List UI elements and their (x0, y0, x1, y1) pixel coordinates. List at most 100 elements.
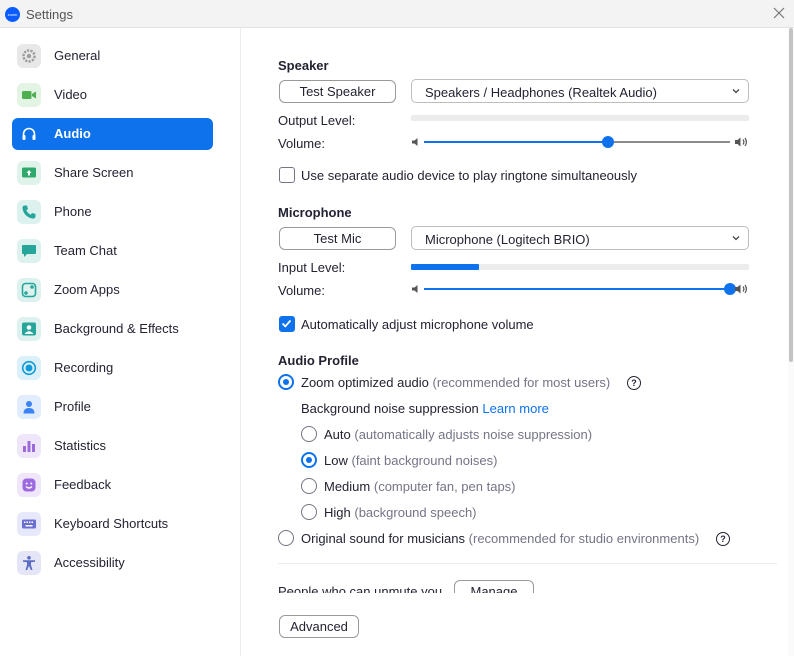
speaker-select-value: Speakers / Headphones (Realtek Audio) (425, 85, 657, 100)
mic-volume-label: Volume: (278, 283, 325, 298)
original-sound-radio[interactable] (278, 530, 294, 546)
noise-low-label: Low (faint background noises) (324, 453, 498, 468)
test-mic-button[interactable]: Test Mic (279, 227, 396, 250)
zoom-optimized-label: Zoom optimized audio (recommended for mo… (301, 375, 611, 390)
sidebar-item-label: Profile (54, 399, 91, 414)
zoom-optimized-hint: (recommended for most users) (432, 375, 611, 390)
noise-suppression-label: Background noise suppression Learn more (301, 401, 549, 416)
record-icon (17, 356, 41, 380)
slider-fill (424, 288, 730, 290)
sidebar-item-keyboard-shortcuts[interactable]: Keyboard Shortcuts (12, 508, 213, 540)
microphone-select[interactable]: Microphone (Logitech BRIO) (411, 226, 749, 250)
headphones-icon (17, 122, 41, 146)
speaker-heading: Speaker (278, 58, 329, 73)
sidebar-item-label: Keyboard Shortcuts (54, 516, 169, 531)
unmute-label: People who can unmute you (278, 584, 443, 593)
accessibility-icon (17, 551, 41, 575)
keyboard-icon (17, 512, 41, 536)
sidebar-item-label: Video (54, 87, 88, 102)
sidebar-item-label: Share Screen (54, 165, 134, 180)
ringtone-checkbox[interactable] (279, 167, 295, 183)
input-level-meter (411, 264, 749, 270)
output-level-meter (411, 115, 749, 121)
sidebar-item-recording[interactable]: Recording (12, 352, 213, 384)
noise-high-radio[interactable] (301, 504, 317, 520)
noise-high-label: High (background speech) (324, 505, 477, 520)
audio-settings-panel: Speaker Test Speaker Speakers / Headphon… (242, 28, 787, 656)
microphone-select-value: Microphone (Logitech BRIO) (425, 232, 590, 247)
noise-medium-radio[interactable] (301, 478, 317, 494)
sidebar-item-team-chat[interactable]: Team Chat (12, 235, 213, 267)
bar-chart-icon (17, 434, 41, 458)
output-level-label: Output Level: (278, 113, 356, 128)
sidebar-item-label: General (54, 48, 101, 63)
sidebar-item-audio[interactable]: Audio (12, 118, 213, 150)
volume-high-icon (735, 137, 747, 147)
test-speaker-button[interactable]: Test Speaker (279, 80, 396, 103)
ringtone-label: Use separate audio device to play ringto… (301, 168, 638, 183)
sidebar-item-video[interactable]: Video (12, 79, 213, 111)
auto-adjust-label: Automatically adjust microphone volume (301, 317, 534, 332)
chevron-down-icon (732, 89, 740, 94)
original-sound-label: Original sound for musicians (recommende… (301, 531, 700, 546)
sidebar-item-label: Team Chat (54, 243, 117, 258)
sidebar-item-phone[interactable]: Phone (12, 196, 213, 228)
video-camera-icon (17, 83, 41, 107)
sidebar-item-general[interactable]: General (12, 40, 213, 72)
sidebar-item-label: Statistics (54, 438, 107, 453)
help-icon[interactable]: ? (716, 532, 730, 546)
sidebar-item-label: Zoom Apps (54, 282, 120, 297)
sidebar-item-profile[interactable]: Profile (12, 391, 213, 423)
settings-sidebar: General Video Audio Share Screen Phone T… (0, 28, 241, 656)
sidebar-item-feedback[interactable]: Feedback (12, 469, 213, 501)
section-divider (278, 563, 777, 564)
volume-low-icon (412, 285, 418, 293)
noise-auto-radio[interactable] (301, 426, 317, 442)
speaker-volume-slider[interactable] (411, 134, 749, 150)
window-title: Settings (26, 7, 73, 22)
gear-icon (17, 44, 41, 68)
noise-auto-label: Auto (automatically adjusts noise suppre… (324, 427, 593, 442)
chat-icon (17, 239, 41, 263)
unmute-row: People who can unmute you Manage (242, 573, 787, 593)
sidebar-item-zoom-apps[interactable]: Zoom Apps (12, 274, 213, 306)
zoom-logo-icon: zoom (5, 7, 20, 22)
volume-low-icon (412, 138, 418, 146)
title-bar: zoom Settings (0, 0, 794, 28)
sidebar-item-background-effects[interactable]: Background & Effects (12, 313, 213, 345)
help-icon[interactable]: ? (627, 376, 641, 390)
sidebar-item-label: Recording (54, 360, 114, 375)
learn-more-link[interactable]: Learn more (482, 401, 548, 416)
phone-icon (17, 200, 41, 224)
sidebar-item-accessibility[interactable]: Accessibility (12, 547, 213, 579)
noise-medium-label: Medium (computer fan, pen taps) (324, 479, 516, 494)
profile-icon (17, 395, 41, 419)
scrollbar[interactable] (788, 28, 794, 656)
scrollbar-thumb[interactable] (789, 28, 793, 362)
apps-icon (17, 278, 41, 302)
microphone-heading: Microphone (278, 205, 352, 220)
slider-fill (424, 141, 608, 143)
sidebar-item-label: Feedback (54, 477, 112, 492)
share-screen-icon (17, 161, 41, 185)
mic-volume-slider[interactable] (411, 281, 749, 297)
auto-adjust-checkbox[interactable] (279, 316, 295, 332)
volume-high-icon (735, 284, 747, 294)
sidebar-item-label: Phone (54, 204, 92, 219)
speaker-volume-label: Volume: (278, 136, 325, 151)
advanced-button[interactable]: Advanced (279, 615, 359, 638)
slider-thumb[interactable] (601, 136, 614, 148)
speaker-select[interactable]: Speakers / Headphones (Realtek Audio) (411, 79, 749, 103)
sidebar-item-label: Accessibility (54, 555, 125, 570)
person-background-icon (17, 317, 41, 341)
checkmark-icon (281, 319, 292, 328)
audio-profile-heading: Audio Profile (278, 353, 359, 368)
sidebar-item-share-screen[interactable]: Share Screen (12, 157, 213, 189)
manage-button[interactable]: Manage (454, 580, 534, 593)
sidebar-item-label: Audio (54, 126, 91, 141)
noise-low-radio[interactable] (301, 452, 317, 468)
zoom-optimized-radio[interactable] (278, 374, 294, 390)
sidebar-item-statistics[interactable]: Statistics (12, 430, 213, 462)
sidebar-item-label: Background & Effects (54, 321, 179, 336)
close-icon[interactable] (772, 6, 786, 20)
